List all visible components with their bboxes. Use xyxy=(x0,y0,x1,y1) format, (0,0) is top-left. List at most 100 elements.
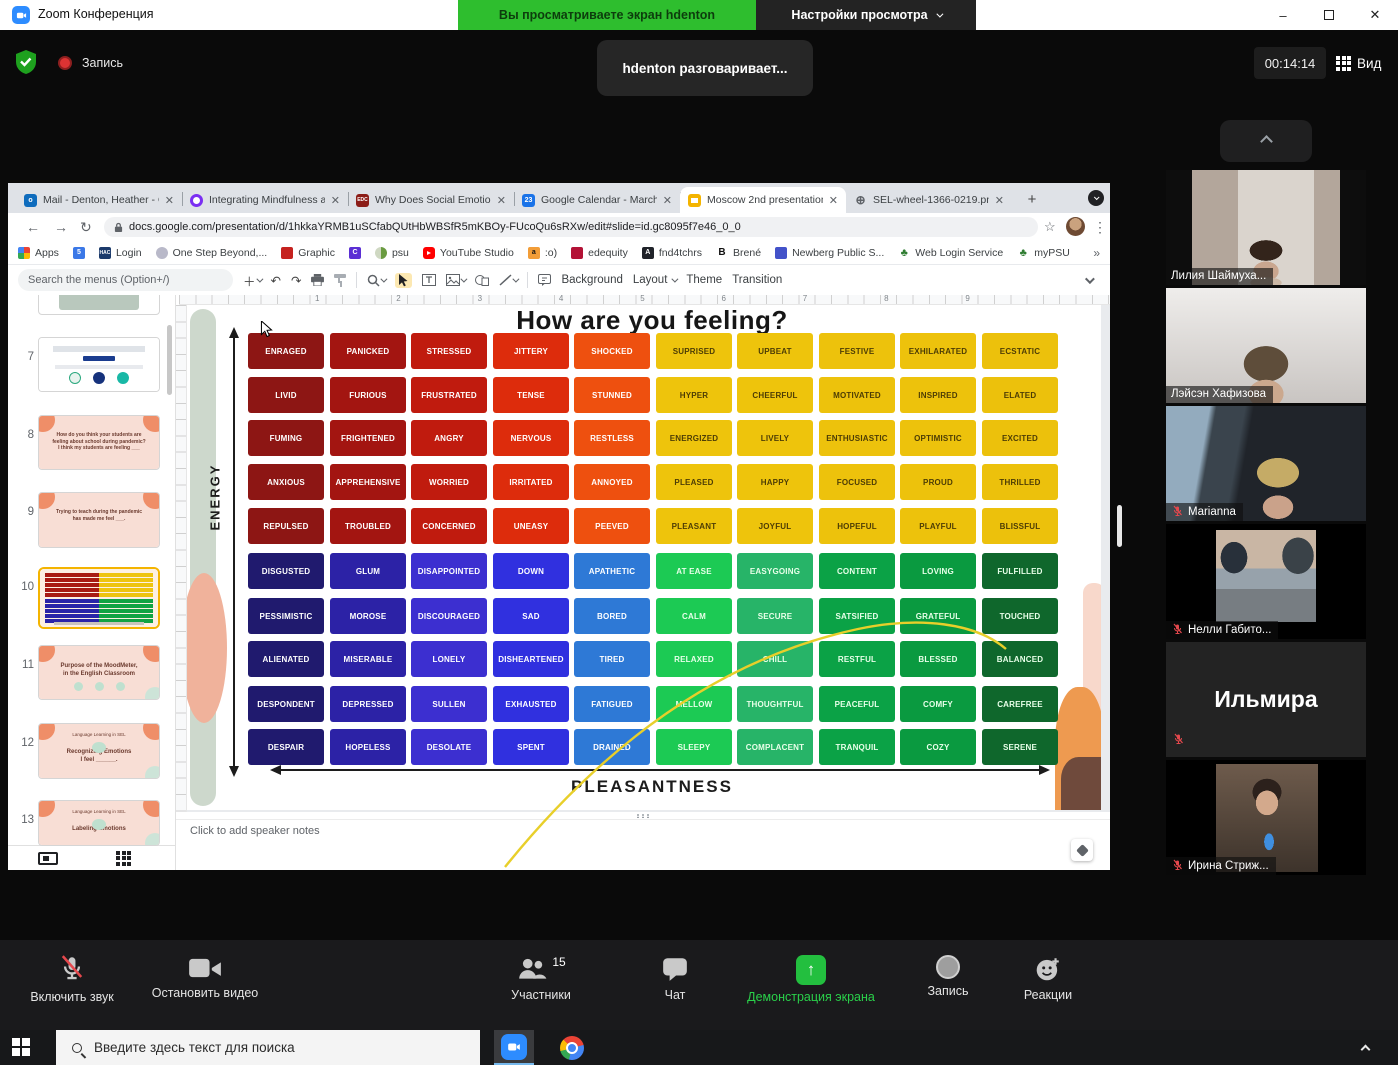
taskbar-search-input[interactable]: Введите здесь текст для поиска xyxy=(56,1030,480,1065)
browser-tab[interactable]: EDCWhy Does Social Emotiona✕ xyxy=(348,187,514,213)
taskbar-chrome-app[interactable] xyxy=(552,1030,592,1065)
share-screen-button[interactable]: ↑ Демонстрация экрана xyxy=(725,955,897,1004)
participant-video-tile[interactable]: Ильмира xyxy=(1166,642,1366,757)
bookmark-item[interactable]: BBrené xyxy=(716,247,761,259)
bookmark-item[interactable]: C xyxy=(349,247,361,259)
slide-thumbnail[interactable]: Purpose of the MoodMeter,in the English … xyxy=(38,645,160,700)
explore-button[interactable] xyxy=(1071,839,1093,861)
bookmark-item[interactable]: a:o) xyxy=(528,247,557,259)
insert-shape-button[interactable] xyxy=(475,274,489,286)
bookmark-item[interactable]: HACLogin xyxy=(99,247,142,259)
bookmark-item[interactable]: Newberg Public S... xyxy=(775,247,884,259)
tab-close-icon[interactable]: ✕ xyxy=(331,194,340,207)
filmstrip-scrollbar[interactable] xyxy=(167,325,172,395)
browser-tab[interactable]: Moscow 2nd presentation✕ xyxy=(680,187,846,213)
collapse-thumbnails-button[interactable] xyxy=(1220,120,1312,162)
bookmark-item[interactable]: YouTube Studio xyxy=(423,247,514,259)
new-slide-button[interactable]: ＋ xyxy=(243,271,261,290)
filmstrip-view-icon[interactable] xyxy=(38,852,58,865)
insert-line-button[interactable] xyxy=(499,274,517,286)
tab-close-icon[interactable]: ✕ xyxy=(829,194,838,207)
bookmark-item[interactable]: Afnd4tchrs xyxy=(642,247,702,259)
share-scroll-indicator[interactable] xyxy=(1117,505,1122,547)
participant-video-tile[interactable]: Лилия Шаймуха... xyxy=(1166,170,1366,285)
redo-button[interactable]: ↷ xyxy=(291,273,301,288)
participant-video-tile[interactable]: Ирина Стриж... xyxy=(1166,760,1366,875)
browser-tab[interactable]: Integrating Mindfulness an✕ xyxy=(182,187,348,213)
profile-avatar[interactable] xyxy=(1066,217,1085,236)
print-button[interactable] xyxy=(311,274,324,286)
participant-video-tile[interactable]: Нелли Габито... xyxy=(1166,524,1366,639)
layout-button[interactable]: Layout xyxy=(633,274,677,286)
bookmark-item[interactable]: Apps xyxy=(18,247,59,259)
reload-button[interactable]: ↻ xyxy=(80,219,92,236)
forward-button[interactable]: → xyxy=(54,219,68,235)
minimize-button[interactable]: – xyxy=(1260,0,1306,30)
bookmark-item[interactable]: psu xyxy=(375,247,409,259)
view-layout-button[interactable]: Вид xyxy=(1336,47,1381,79)
insert-image-button[interactable] xyxy=(446,274,465,286)
mood-cell: WORRIED xyxy=(411,464,487,500)
tab-close-icon[interactable]: ✕ xyxy=(663,194,672,207)
speaker-notes-area[interactable]: Click to add speaker notes xyxy=(176,819,1110,870)
maximize-button[interactable] xyxy=(1306,0,1352,30)
stop-video-button[interactable]: Остановить видео xyxy=(150,955,260,1000)
slide-thumbnail[interactable] xyxy=(38,567,160,629)
participant-video-tile[interactable]: Marianna xyxy=(1166,406,1366,521)
back-button[interactable]: ← xyxy=(26,219,40,235)
browser-menu-icon[interactable]: ⋮ xyxy=(1093,219,1107,236)
tab-close-icon[interactable]: ✕ xyxy=(497,194,506,207)
participant-video-tile[interactable]: Лэйсэн Хафизова xyxy=(1166,288,1366,403)
bookmark-item[interactable]: ♣Web Login Service xyxy=(898,247,1003,259)
browser-tab[interactable]: ⊕SEL-wheel-1366-0219.png✕ xyxy=(846,187,1012,213)
close-button[interactable]: ✕ xyxy=(1352,0,1398,30)
tab-close-icon[interactable]: ✕ xyxy=(995,194,1004,207)
browser-tab[interactable]: 23Google Calendar - March 2✕ xyxy=(514,187,680,213)
taskbar-zoom-app[interactable] xyxy=(494,1030,534,1065)
taskbar-tray-chevron[interactable] xyxy=(1362,1040,1369,1058)
zoom-tool-button[interactable] xyxy=(367,274,385,287)
slide-thumbnail[interactable] xyxy=(38,337,160,392)
menus-search-input[interactable]: Search the menus (Option+/) xyxy=(18,269,233,291)
tab-search-menu-button[interactable] xyxy=(1088,190,1104,206)
bookmark-star-icon[interactable]: ☆ xyxy=(1044,219,1056,235)
text-box-button[interactable] xyxy=(422,274,436,286)
slide-thumbnail[interactable]: How do you think your students arefeelin… xyxy=(38,415,160,470)
theme-button[interactable]: Theme xyxy=(686,274,722,286)
slide-thumbnail-partial[interactable] xyxy=(38,295,160,315)
reactions-button[interactable]: Реакции xyxy=(1013,955,1083,1002)
bookmark-item[interactable]: ♣myPSU xyxy=(1017,247,1070,259)
insert-comment-button[interactable] xyxy=(538,274,551,286)
select-tool-button[interactable] xyxy=(395,273,412,288)
new-tab-button[interactable]: + xyxy=(1022,189,1042,209)
bookmark-item[interactable]: 5 xyxy=(73,247,85,259)
browser-tab[interactable]: oMail - Denton, Heather - O✕ xyxy=(16,187,182,213)
start-button[interactable] xyxy=(12,1038,30,1056)
participants-button[interactable]: 15 Участники xyxy=(495,955,587,1002)
undo-button[interactable]: ↶ xyxy=(271,273,281,288)
transition-button[interactable]: Transition xyxy=(732,274,782,286)
slide-thumbnail[interactable]: Trying to teach during the pandemichas m… xyxy=(38,492,160,548)
address-bar[interactable]: docs.google.com/presentation/d/1hkkaYRMB… xyxy=(104,217,1038,237)
slide-thumbnail[interactable]: Language Learning in SELRecognizing Emot… xyxy=(38,723,160,779)
record-button[interactable]: Запись xyxy=(915,955,981,998)
bookmarks-overflow-icon[interactable]: » xyxy=(1093,246,1100,260)
paint-format-button[interactable] xyxy=(334,274,346,287)
bookmark-item[interactable]: Graphic xyxy=(281,247,335,259)
chat-button[interactable]: Чат xyxy=(645,955,705,1002)
bookmark-item[interactable]: edequity xyxy=(571,247,628,259)
slide-thumbnail[interactable]: Language Learning in SELLabeling Emotion… xyxy=(38,800,160,846)
background-button[interactable]: Background xyxy=(561,274,622,286)
view-settings-button[interactable]: Настройки просмотра xyxy=(756,0,976,30)
energy-axis-arrow xyxy=(227,327,241,777)
notes-resize-handle[interactable] xyxy=(176,812,1110,819)
hide-menus-button[interactable] xyxy=(1085,271,1092,289)
tab-close-icon[interactable]: ✕ xyxy=(165,194,174,207)
bookmark-item[interactable]: One Step Beyond,... xyxy=(156,247,268,259)
unmute-button[interactable]: Включить звук xyxy=(30,955,114,1004)
muted-mic-icon xyxy=(1171,859,1184,872)
mood-cell: UNEASY xyxy=(493,508,569,544)
security-shield-icon[interactable] xyxy=(14,49,38,80)
slide-editor-canvas[interactable]: How are you feeling? ENERGY ENRAGEDPANIC… xyxy=(187,305,1101,810)
grid-view-icon[interactable] xyxy=(116,851,131,866)
